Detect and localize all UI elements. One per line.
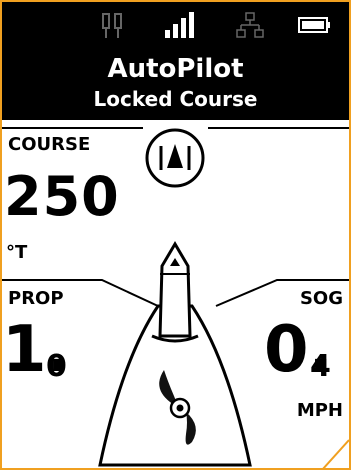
status-bar: [2, 12, 349, 42]
course-value: 250: [4, 165, 120, 228]
locked-course-icon[interactable]: [145, 128, 205, 188]
prop-label: PROP: [8, 288, 64, 309]
mode-subtitle: Locked Course: [93, 87, 258, 111]
network-icon: [236, 12, 264, 38]
prop-value-decimal: 0: [46, 349, 67, 384]
course-unit: °T: [6, 242, 28, 263]
header-panel: AutoPilot Locked Course: [2, 2, 349, 120]
sog-value-decimal: 4: [310, 349, 331, 384]
page-title: AutoPilot: [107, 54, 244, 84]
boat-hull-icon: [158, 241, 192, 338]
course-label: COURSE: [8, 134, 91, 155]
autopilot-screen: AutoPilot Locked Course COURSE 250 °T PR…: [0, 0, 351, 470]
battery-icon: [298, 17, 330, 33]
frame-accent: [322, 439, 349, 468]
sog-label: SOG: [299, 288, 343, 309]
sog-unit: MPH: [296, 400, 343, 421]
dual-transducer-icon: [102, 13, 122, 38]
instrument-panel: COURSE 250 °T PROP 1. 0 SOG 0. 4 MPH: [2, 120, 349, 468]
signal-strength-icon: [165, 12, 194, 38]
